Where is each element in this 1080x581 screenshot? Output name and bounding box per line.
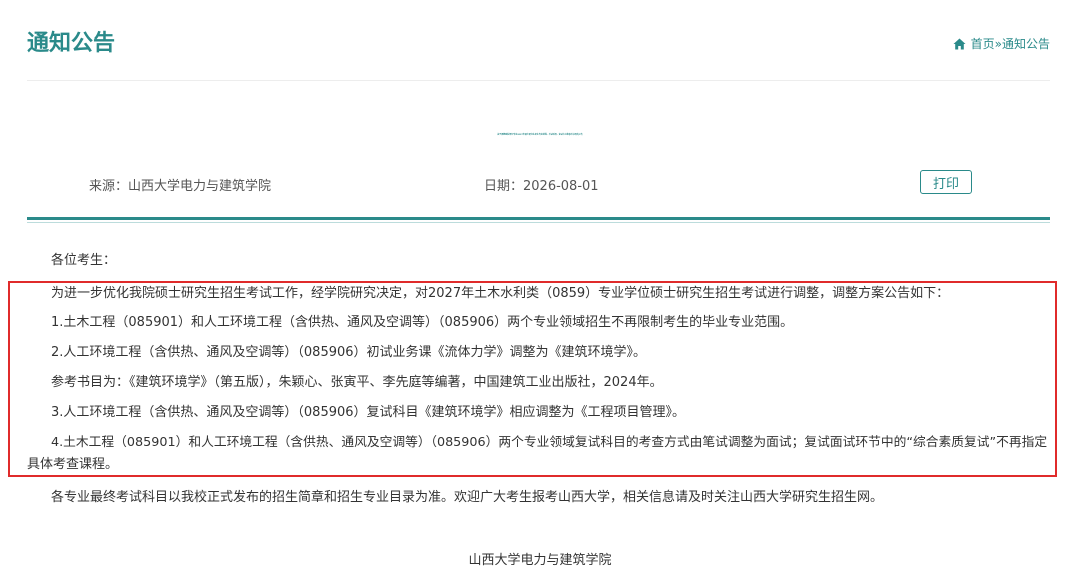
breadcrumb: 首页 » 通知公告 [953, 35, 1050, 52]
title-divider [27, 217, 1050, 220]
article-date: 日期：2026-08-01 [484, 179, 599, 194]
signature: 山西大学电力与建筑学院 [468, 553, 612, 568]
breadcrumb-home-link[interactable]: 首页 [971, 35, 995, 52]
closing-paragraph: 各专业最终考试科目以我校正式发布的招生简章和招生专业目录为准。欢迎广大考生报考山… [51, 490, 884, 505]
title-divider-thin [27, 222, 1050, 223]
print-button[interactable]: 打印 [920, 170, 972, 194]
top-divider [27, 80, 1050, 81]
section-title: 通知公告 [27, 31, 116, 56]
breadcrumb-current-link[interactable]: 通知公告 [1002, 35, 1050, 52]
article-title: 关于调整我院部分专业2027年硕士研究生招生专业范围、考试科目、复试方式和参考书… [497, 134, 583, 136]
article-source: 来源：山西大学电力与建筑学院 [89, 179, 272, 194]
greeting: 各位考生： [51, 253, 117, 268]
highlight-box [8, 281, 1057, 477]
home-icon [953, 38, 966, 49]
breadcrumb-separator: » [994, 36, 1002, 51]
